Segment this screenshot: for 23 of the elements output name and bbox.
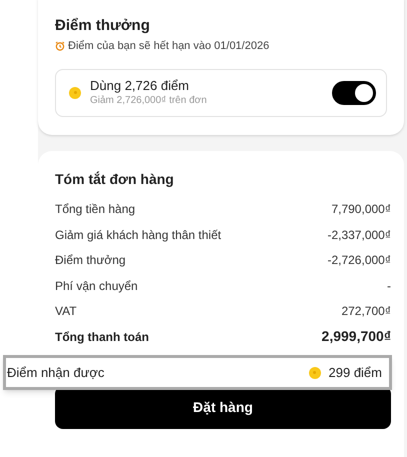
summary-value: 2,999,700₫ xyxy=(322,327,391,346)
summary-label: Tổng thanh toán xyxy=(55,328,149,346)
expiry-note: Điểm của bạn sẽ hết hạn vào 01/01/2026 xyxy=(68,39,270,54)
section-title: Điểm thưởng xyxy=(55,16,151,36)
option-label: Dùng 2,726 điểm xyxy=(90,78,190,94)
points-earned-label: Điểm nhận được xyxy=(7,364,106,382)
summary-value: 272,700₫ xyxy=(341,303,391,320)
summary-value: -2,337,000₫ xyxy=(327,226,391,244)
points-earned-value: 299 điểm xyxy=(328,364,382,382)
summary-value: 7,790,000₫ xyxy=(331,201,391,218)
summary-label: VAT xyxy=(55,303,77,320)
summary-label: Giảm giá khách hàng thân thiết xyxy=(55,226,222,244)
toggle-switch[interactable] xyxy=(332,80,376,104)
summary-value: - xyxy=(387,278,391,295)
section-title: Tóm tắt đơn hàng xyxy=(55,170,175,188)
summary-label: Tổng tiền hàng xyxy=(55,201,136,218)
summary-label: Phí vận chuyển xyxy=(55,278,138,295)
coin-icon xyxy=(308,366,321,378)
alarm-clock-icon xyxy=(55,41,65,52)
coin-icon xyxy=(69,86,81,98)
option-sublabel: Giảm 2,726,000₫ trên đơn xyxy=(90,94,208,107)
summary-label: Điểm thưởng xyxy=(55,252,126,270)
summary-value: -2,726,000₫ xyxy=(327,252,391,270)
